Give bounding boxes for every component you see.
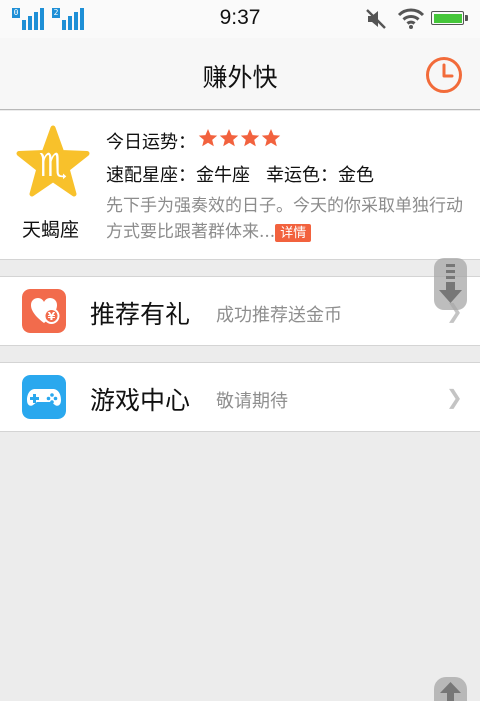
wifi-icon bbox=[397, 8, 425, 29]
fortune-line: 今日运势： bbox=[106, 128, 282, 154]
clock-history-icon[interactable] bbox=[424, 55, 464, 95]
svg-text:¥: ¥ bbox=[48, 310, 56, 323]
rating-star-icon bbox=[219, 129, 239, 147]
recommend-title: 推荐有礼 bbox=[90, 300, 191, 329]
sign-name: 天蝎座 bbox=[22, 219, 80, 241]
game-center-title: 游戏中心 bbox=[90, 386, 191, 415]
page-title: 赚外快 bbox=[202, 63, 278, 92]
scorpio-star-icon: ♏ bbox=[16, 125, 90, 197]
scroll-up-arrow-icon[interactable] bbox=[434, 677, 467, 701]
rating-star-icon bbox=[240, 129, 260, 147]
match-line: 速配星座：金牛座 幸运色：金色 bbox=[106, 161, 374, 187]
list-item-recommend[interactable]: ¥ 推荐有礼 成功推荐送金币 ❯ bbox=[0, 276, 480, 346]
status-bar: 0 2 9:37 bbox=[0, 0, 480, 38]
fortune-label: 今日运势： bbox=[106, 132, 196, 153]
rating-star-icon bbox=[261, 129, 281, 147]
match-sign: 速配星座：金牛座 bbox=[106, 165, 250, 186]
scroll-down-arrow-icon[interactable] bbox=[434, 258, 467, 310]
heart-gift-icon: ¥ bbox=[22, 289, 66, 333]
navigation-bar: 赚外快 bbox=[0, 38, 480, 110]
detail-button[interactable]: 详情 bbox=[275, 223, 312, 242]
battery-level bbox=[433, 13, 462, 23]
horoscope-card[interactable]: ♏ 天蝎座 今日运势： 速配星座：金牛座 幸运色：金色 先下手为强奏效的日子。今天… bbox=[0, 111, 480, 260]
game-center-subtitle: 敬请期待 bbox=[216, 391, 288, 412]
recommend-subtitle: 成功推荐送金币 bbox=[216, 305, 342, 326]
rating-star-icon bbox=[198, 129, 218, 147]
battery-icon bbox=[431, 11, 468, 25]
mute-icon bbox=[366, 9, 386, 29]
fortune-rating bbox=[198, 128, 282, 153]
svg-text:♏: ♏ bbox=[39, 146, 68, 184]
list-item-game-center[interactable]: 游戏中心 敬请期待 ❯ bbox=[0, 362, 480, 432]
fortune-description: 先下手为强奏效的日子。今天的你采取单独行动方式要比跟著群体来... 详情 bbox=[106, 193, 468, 245]
lucky-color: 幸运色：金色 bbox=[266, 165, 374, 186]
gamepad-icon bbox=[22, 375, 66, 419]
chevron-right-icon: ❯ bbox=[446, 385, 463, 409]
